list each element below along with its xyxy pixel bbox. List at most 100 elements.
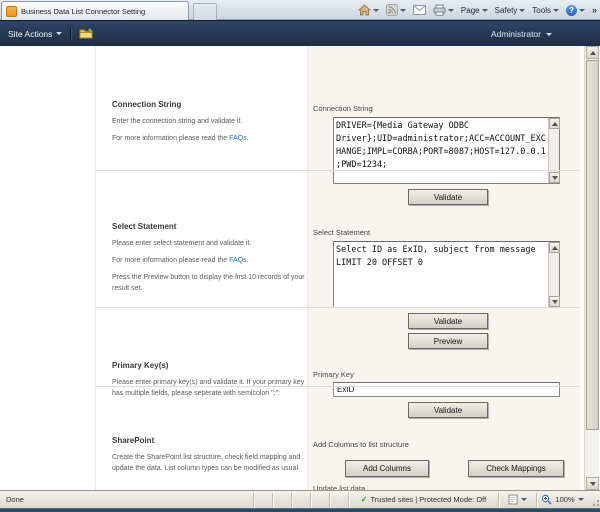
primary-key-field-label: Primary Key <box>313 370 354 379</box>
help-caret-icon <box>579 9 585 12</box>
statusbar-cell <box>310 493 329 507</box>
select-field-label: Select Statement <box>313 228 370 237</box>
statusbar-cell <box>253 493 272 507</box>
scroll-down-icon[interactable] <box>549 172 560 183</box>
select-textarea-scrollbar[interactable] <box>548 242 559 307</box>
safety-menu-caret-icon <box>519 9 525 12</box>
connection-desc: Enter the connection string and validate… <box>112 116 307 127</box>
safety-menu-label: Safety <box>495 6 518 15</box>
site-actions-caret-icon <box>56 32 62 35</box>
browser-tab[interactable]: Business Data List Connector Setting <box>1 1 189 20</box>
select-section-heading: Select Statement <box>112 222 176 231</box>
tab-title: Business Data List Connector Setting <box>21 7 145 16</box>
home-button[interactable] <box>358 4 379 16</box>
more-info-text: For more information please read the <box>112 135 229 142</box>
browser-tab-strip: Business Data List Connector Setting Pag… <box>0 0 600 20</box>
scroll-up-icon[interactable] <box>549 242 560 253</box>
privacy-caret-icon <box>521 498 527 501</box>
new-tab-button[interactable] <box>193 3 217 20</box>
user-menu[interactable]: Administrator <box>491 21 552 47</box>
feeds-caret-icon <box>400 9 406 12</box>
zoom-level: 100% <box>555 495 574 504</box>
print-caret-icon <box>448 9 454 12</box>
faq-link[interactable]: FAQs <box>229 257 247 264</box>
safety-menu[interactable]: Safety <box>495 6 526 15</box>
connection-string-value: DRIVER={Media Gateway ODBC Driver};UID=a… <box>336 120 546 181</box>
home-caret-icon <box>373 9 379 12</box>
print-button[interactable] <box>433 4 454 16</box>
add-columns-label: Add Columns to list structure <box>313 440 409 449</box>
scroll-down-icon[interactable] <box>549 296 560 307</box>
connection-more-info: For more information please read the FAQ… <box>112 133 312 144</box>
select-desc: Please enter select statement and valida… <box>112 238 312 249</box>
primary-key-input[interactable]: ExID <box>333 382 560 397</box>
site-actions-menu[interactable]: Site Actions <box>8 29 62 39</box>
select-preview-desc: Press the Preview button to display the … <box>112 272 312 294</box>
command-bar: Page Safety Tools ? » <box>358 0 597 20</box>
scroll-up-icon <box>590 51 596 55</box>
statusbar-cell <box>272 493 291 507</box>
read-mail-button[interactable] <box>413 5 426 15</box>
select-more-info: For more information please read the FAQ… <box>112 255 312 266</box>
favicon-icon <box>6 6 17 17</box>
resize-grip[interactable] <box>588 493 600 507</box>
statusbar-cell <box>329 493 348 507</box>
window-frame-bottom <box>0 508 600 512</box>
browser-window: Business Data List Connector Setting Pag… <box>0 0 600 512</box>
more-info-text: For more information please read the <box>112 257 229 264</box>
primary-key-desc: Please enter primary key(s) and validate… <box>112 377 314 399</box>
home-icon <box>358 4 371 16</box>
toolbar-overflow-button[interactable]: » <box>592 5 597 15</box>
section-separator <box>96 307 580 308</box>
scrollbar-thumb[interactable] <box>586 60 599 430</box>
faq-link[interactable]: FAQs <box>229 135 247 142</box>
page-menu-caret-icon <box>482 9 488 12</box>
connection-field-label: Connection String <box>313 104 373 113</box>
page-menu[interactable]: Page <box>461 6 488 15</box>
primary-key-validate-button[interactable]: Validate <box>408 402 488 418</box>
tools-menu-caret-icon <box>553 9 559 12</box>
print-icon <box>433 4 446 16</box>
scrollbar-down-button[interactable] <box>586 477 599 490</box>
primary-key-section-heading: Primary Key(s) <box>112 361 168 370</box>
more-info-suffix: . <box>247 257 249 264</box>
add-columns-button[interactable]: Add Columns <box>345 460 429 477</box>
more-info-suffix: . <box>247 135 249 142</box>
zoom-caret-icon <box>578 498 584 501</box>
tools-menu[interactable]: Tools <box>532 6 559 15</box>
site-actions-label: Site Actions <box>8 29 52 39</box>
page-scrollbar[interactable] <box>584 46 599 490</box>
select-validate-button[interactable]: Validate <box>408 313 488 329</box>
user-menu-label: Administrator <box>491 29 541 39</box>
select-statement-textarea[interactable]: Select ID as ExID, subject from message … <box>333 241 560 308</box>
zone-text: Trusted sites | Protected Mode: Off <box>370 495 486 504</box>
privacy-report-button[interactable] <box>498 493 536 507</box>
edit-page-folder-icon[interactable] <box>79 27 94 40</box>
connection-string-textarea[interactable]: DRIVER={Media Gateway ODBC Driver};UID=a… <box>333 117 560 184</box>
feeds-button[interactable] <box>386 4 406 16</box>
resize-grip-icon <box>590 497 600 507</box>
scroll-up-icon[interactable] <box>549 118 560 129</box>
section-separator <box>96 386 580 387</box>
zoom-control[interactable]: 100% <box>536 493 588 507</box>
sharepoint-section-heading: SharePoint <box>112 436 154 445</box>
content-left-border <box>95 46 96 490</box>
status-text: Done <box>0 495 253 504</box>
connection-validate-button[interactable]: Validate <box>408 189 488 205</box>
zone-check-icon: ✓ <box>361 495 368 504</box>
select-preview-button[interactable]: Preview <box>408 333 488 349</box>
sharepoint-top-bar: Site Actions Administrator <box>0 20 600 46</box>
scrollbar-up-button[interactable] <box>586 46 599 59</box>
statusbar-cell <box>291 493 310 507</box>
sharepoint-desc: Create the SharePoint list structure, ch… <box>112 452 314 474</box>
feed-icon <box>386 4 398 16</box>
topbar-divider <box>70 27 71 41</box>
help-icon: ? <box>566 5 577 16</box>
security-zone-indicator[interactable]: ✓ Trusted sites | Protected Mode: Off <box>348 493 498 507</box>
connection-textarea-scrollbar[interactable] <box>548 118 559 183</box>
check-mappings-button[interactable]: Check Mappings <box>468 460 564 477</box>
section-separator <box>96 170 580 171</box>
help-menu[interactable]: ? <box>566 5 585 16</box>
page-content: Connection String Enter the connection s… <box>0 46 584 490</box>
scroll-down-icon <box>590 482 596 486</box>
